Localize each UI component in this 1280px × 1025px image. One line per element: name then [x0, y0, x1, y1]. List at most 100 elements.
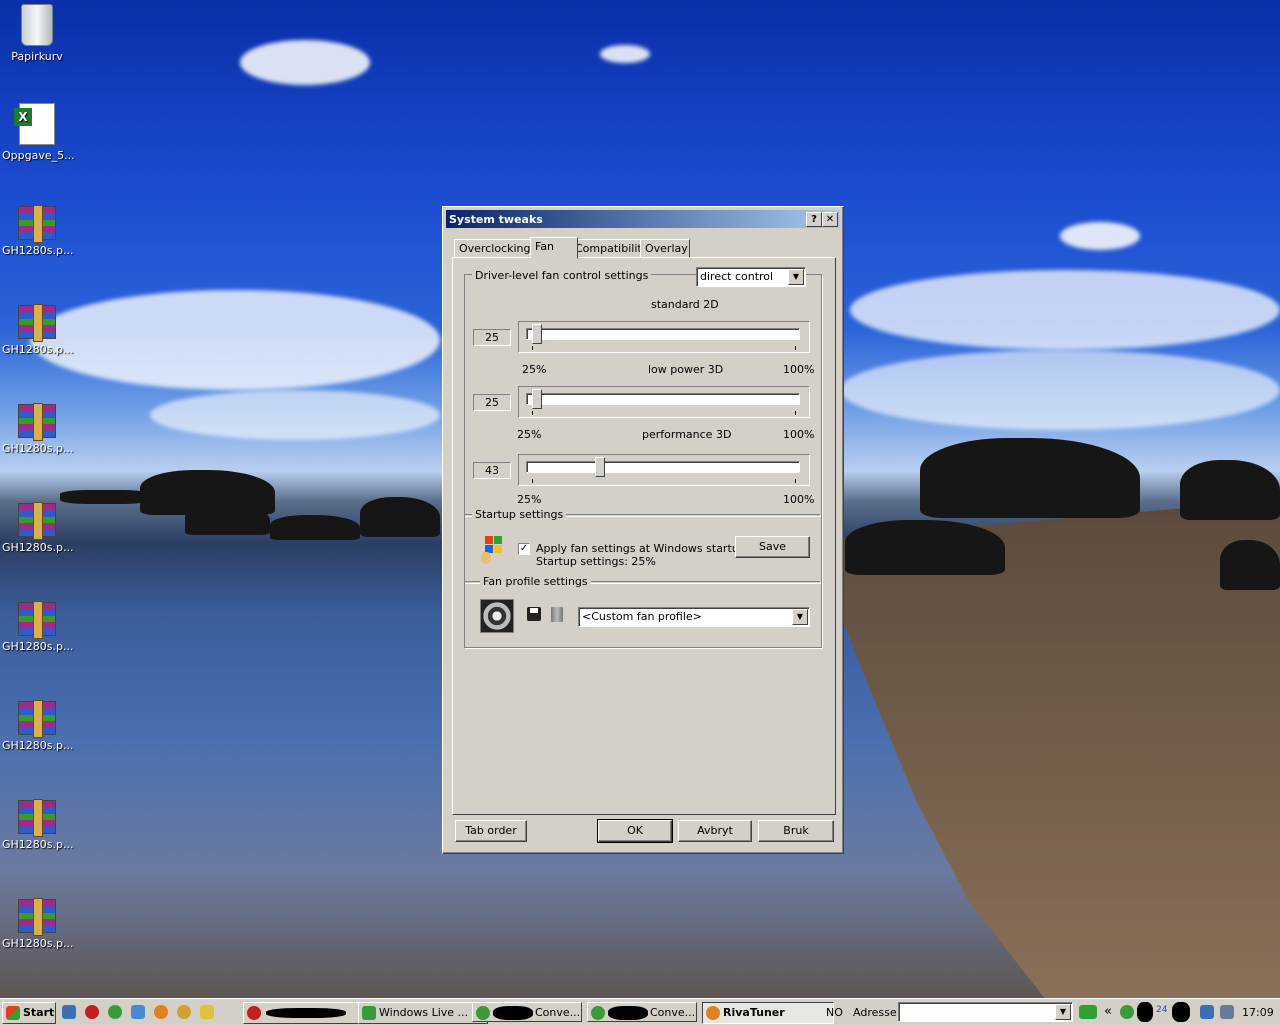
chevron-down-icon[interactable]: ▼ — [788, 269, 804, 285]
help-button[interactable]: ? — [806, 212, 822, 227]
messenger-tray-icon[interactable] — [1120, 1005, 1134, 1019]
winrar-archive-icon — [18, 403, 56, 441]
address-label: Adresse — [853, 1006, 897, 1019]
standard-2d-thumb[interactable] — [532, 324, 542, 344]
desktop-icon-label: GH1280s.p... — [2, 838, 74, 851]
desktop-icon-archive[interactable]: GH1280s.p... — [2, 301, 74, 356]
winrar-archive-icon — [18, 502, 56, 540]
low-power-3d-min-label: 25% — [517, 428, 542, 441]
clock: 17:09 — [1242, 1006, 1274, 1019]
tab-overlay[interactable]: Overlay — [640, 239, 690, 258]
slider-title-low-power-3d: low power 3D — [648, 363, 724, 376]
fan-profile-select[interactable]: <Custom fan profile> ▼ — [578, 607, 810, 627]
low-power-3d-track[interactable] — [526, 393, 800, 405]
excel-file-icon — [14, 103, 55, 145]
windows-logo-icon — [6, 1006, 20, 1020]
taskbar-item-conversation-1[interactable]: Conve... — [472, 1002, 582, 1022]
recycle-bin-icon — [21, 4, 53, 46]
fan-profile-icon — [480, 599, 514, 633]
network-tray-icon[interactable] — [1200, 1005, 1214, 1019]
fan-control-mode-select[interactable]: direct control ▼ — [696, 267, 806, 287]
rivatuner-icon — [706, 1006, 720, 1020]
apply-startup-checkbox[interactable]: ✓ — [518, 543, 530, 555]
slider-tick — [795, 479, 796, 483]
desktop-icon-label: GH1280s.p... — [2, 937, 74, 950]
startup-status: Startup settings: 25% — [536, 555, 656, 568]
desktop-icon-archive[interactable]: GH1280s.p... — [2, 598, 74, 653]
fan-control-mode-value: direct control — [700, 270, 774, 283]
taskbar-item-conversation-2[interactable]: Conve... — [587, 1002, 697, 1022]
taskbar-item-label: Conve... — [650, 1006, 696, 1019]
standard-2d-track[interactable] — [526, 328, 800, 340]
slider-tick — [532, 411, 533, 415]
taskbar-item-label: Conve... — [535, 1006, 581, 1019]
taskbar-item-label: RivaTuner — [723, 1006, 785, 1019]
low-power-3d-thumb[interactable] — [532, 389, 542, 409]
apply-button[interactable]: Bruk — [758, 820, 834, 842]
desktop-icon-label: GH1280s.p... — [2, 442, 74, 455]
dialog-titlebar[interactable]: System tweaks ? ✕ — [446, 210, 840, 228]
show-desktop-icon[interactable] — [62, 1005, 76, 1019]
performance-3d-min-label: 25% — [517, 493, 542, 506]
performance-3d-track[interactable] — [526, 461, 800, 473]
desktop-icon-archive[interactable]: GH1280s.p... — [2, 499, 74, 554]
delete-profile-icon[interactable] — [551, 607, 563, 622]
save-button[interactable]: Save — [735, 536, 810, 558]
tab-overclocking[interactable]: Overclocking — [454, 239, 532, 258]
low-power-3d-slider-frame — [518, 386, 810, 418]
apply-startup-label[interactable]: Apply fan settings at Windows startup — [536, 542, 746, 555]
language-indicator[interactable]: NO — [826, 1006, 843, 1019]
chevron-down-icon[interactable]: ▼ — [792, 609, 808, 625]
tab-compatibility[interactable]: Compatibility — [570, 239, 648, 258]
low-power-3d-value[interactable]: 25 — [473, 394, 511, 411]
tools-icon[interactable] — [177, 1005, 191, 1019]
performance-3d-value[interactable]: 43 — [473, 462, 511, 479]
desktop-icon-archive[interactable]: GH1280s.p... — [2, 202, 74, 257]
desktop-icon-archive[interactable]: GH1280s.p... — [2, 796, 74, 851]
driver-fan-group-label: Driver-level fan control settings — [472, 269, 652, 282]
cancel-button[interactable]: Avbryt — [678, 820, 752, 842]
messenger-icon[interactable] — [108, 1005, 122, 1019]
desktop-icon-archive[interactable]: GH1280s.p... — [2, 697, 74, 752]
taskbar-item-rivatuner[interactable]: RivaTuner — [702, 1002, 834, 1024]
start-button[interactable]: Start — [2, 1002, 56, 1024]
desktop-icon-label: Papirkurv — [11, 50, 63, 63]
taskbar-item-label: Windows Live ... — [379, 1006, 469, 1019]
redacted-title — [608, 1006, 648, 1020]
winrar-archive-icon — [18, 898, 56, 936]
network-icon[interactable] — [131, 1005, 145, 1019]
save-profile-icon[interactable] — [527, 607, 541, 621]
tab-order-button[interactable]: Tab order — [455, 820, 527, 842]
taskbar-item-opera[interactable] — [243, 1002, 375, 1024]
chevron-down-icon[interactable]: ▼ — [1055, 1004, 1071, 1020]
redacted-title — [266, 1008, 346, 1018]
startup-settings-label: Startup settings — [472, 508, 567, 521]
performance-3d-max-label: 100% — [783, 493, 815, 506]
opera-icon[interactable] — [85, 1005, 99, 1019]
volume-icon[interactable] — [1220, 1005, 1234, 1019]
desktop-icon-archive[interactable]: GH1280s.p... — [2, 400, 74, 455]
info-icon[interactable] — [154, 1005, 168, 1019]
standard-2d-value[interactable]: 25 — [473, 329, 511, 346]
desktop-icon-recycle-bin[interactable]: Papirkurv — [2, 4, 72, 63]
redacted-title — [493, 1006, 533, 1020]
performance-3d-thumb[interactable] — [595, 457, 606, 477]
winrar-archive-icon — [18, 601, 56, 639]
slider-tick — [532, 346, 533, 350]
performance-3d-slider-frame — [518, 454, 810, 486]
taskbar-item-windows-live[interactable]: Windows Live ... — [358, 1002, 488, 1024]
desktop-icon-label: GH1280s.p... — [2, 244, 74, 257]
address-input[interactable]: ▼ — [898, 1002, 1073, 1022]
ok-button[interactable]: OK — [597, 819, 673, 843]
close-button[interactable]: ✕ — [822, 212, 838, 227]
desktop-icon-archive[interactable]: GH1280s.p... — [2, 895, 74, 950]
windows-flag-icon — [481, 534, 505, 564]
go-arrow-icon[interactable] — [1079, 1005, 1097, 1019]
opera-icon — [247, 1006, 261, 1020]
slider-tick — [795, 411, 796, 415]
desktop-icon-excel-file[interactable]: Oppgave_5... — [2, 103, 75, 162]
tab-fan[interactable]: Fan — [530, 237, 578, 259]
edit-icon[interactable] — [200, 1005, 214, 1019]
tray-expand-chevron[interactable]: « — [1104, 1004, 1112, 1019]
checkmark-icon: ✓ — [519, 543, 529, 554]
